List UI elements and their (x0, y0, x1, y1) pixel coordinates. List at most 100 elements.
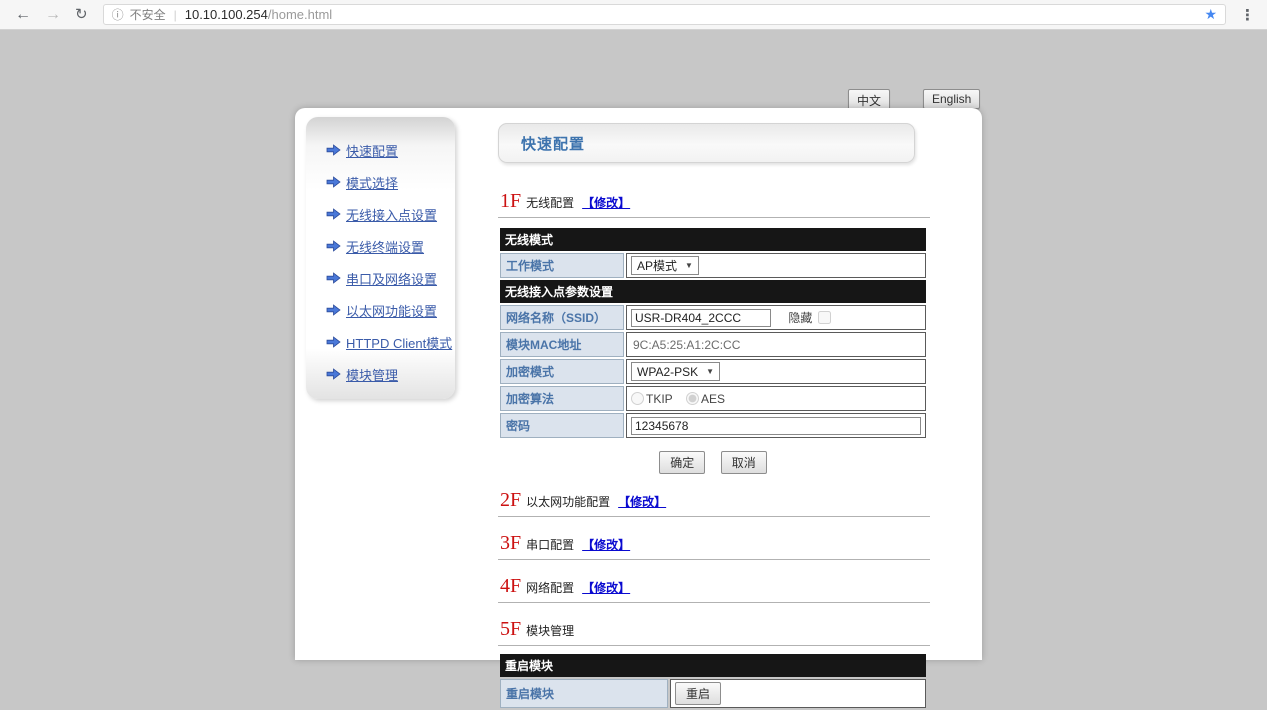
section-number: 5F (500, 618, 521, 641)
divider (498, 602, 930, 603)
modify-link-network[interactable]: 【修改】 (582, 579, 630, 596)
page-title: 快速配置 (521, 133, 585, 154)
chevron-down-icon: ▼ (706, 367, 714, 376)
table-row: 工作模式 AP模式 ▼ (500, 253, 926, 278)
content-panel: 快速配置 模式选择 无线接入点设置 无线终端设置 串口及网络设置 (295, 108, 982, 660)
password-input[interactable] (631, 417, 921, 435)
tkip-label: TKIP (646, 392, 673, 406)
divider (498, 217, 930, 218)
group-header-wireless-mode: 无线模式 (500, 228, 926, 251)
modify-link-serial[interactable]: 【修改】 (582, 536, 630, 553)
arrow-right-icon (326, 208, 341, 220)
sidebar-link-module-mgmt[interactable]: 模块管理 (346, 365, 398, 384)
section-heading-1f: 1F 无线配置 【修改】 (500, 190, 930, 214)
sidebar-item-wireless-sta: 无线终端设置 (306, 230, 455, 262)
encryption-mode-select[interactable]: WPA2-PSK ▼ (631, 362, 720, 381)
sidebar-link-wireless-sta[interactable]: 无线终端设置 (346, 237, 424, 256)
ok-button[interactable]: 确定 (659, 451, 705, 474)
encryption-mode-selected: WPA2-PSK (637, 365, 698, 379)
browser-toolbar: ← → ↻ ⓘ 不安全 | 10.10.100.254 /home.html ★… (0, 0, 1267, 30)
divider (498, 559, 930, 560)
section-heading-4f: 4F 网络配置 【修改】 (500, 575, 930, 599)
back-icon[interactable]: ← (15, 7, 31, 23)
restart-button[interactable]: 重启 (675, 682, 721, 705)
sidebar-item-wireless-ap: 无线接入点设置 (306, 198, 455, 230)
work-mode-select[interactable]: AP模式 ▼ (631, 256, 699, 275)
table-row: 模块MAC地址 9C:A5:25:A1:2C:CC (500, 332, 926, 357)
aes-radio[interactable] (686, 392, 699, 405)
forward-icon[interactable]: → (45, 7, 61, 23)
sidebar-link-mode-select[interactable]: 模式选择 (346, 173, 398, 192)
divider (498, 645, 930, 646)
sidebar-link-httpd-client[interactable]: HTTPD Client模式 (346, 333, 452, 352)
security-label: 不安全 (130, 6, 166, 23)
sidebar-item-serial-network: 串口及网络设置 (306, 262, 455, 294)
sidebar-link-quick-config[interactable]: 快速配置 (346, 141, 398, 160)
sidebar-item-httpd-client: HTTPD Client模式 (306, 326, 455, 358)
hide-ssid-label: 隐藏 (788, 311, 812, 325)
bookmark-star-icon[interactable]: ★ (1204, 6, 1217, 23)
section-title: 模块管理 (526, 622, 574, 639)
sidebar-link-ethernet[interactable]: 以太网功能设置 (346, 301, 437, 320)
group-header-ap-params: 无线接入点参数设置 (500, 280, 926, 303)
chevron-down-icon: ▼ (685, 261, 693, 270)
section-title: 网络配置 (526, 579, 574, 596)
section-number: 3F (500, 532, 521, 555)
arrow-right-icon (326, 144, 341, 156)
modify-link-wireless[interactable]: 【修改】 (582, 194, 630, 211)
modify-link-ethernet[interactable]: 【修改】 (618, 493, 666, 510)
url-host: 10.10.100.254 (185, 7, 268, 22)
section-heading-5f: 5F 模块管理 (500, 618, 930, 642)
arrow-right-icon (326, 368, 341, 380)
ssid-label: 网络名称（SSID） (500, 305, 624, 330)
restart-label: 重启模块 (500, 679, 668, 708)
divider (498, 516, 930, 517)
section-number: 1F (500, 190, 521, 213)
ssid-input[interactable] (631, 309, 771, 327)
sidebar-link-wireless-ap[interactable]: 无线接入点设置 (346, 205, 437, 224)
table-row: 加密算法 TKIP AES (500, 386, 926, 411)
group-header-restart: 重启模块 (500, 654, 926, 677)
arrow-right-icon (326, 176, 341, 188)
table-row: 加密模式 WPA2-PSK ▼ (500, 359, 926, 384)
table-row: 重启模块 重启 (500, 679, 926, 708)
mac-value: 9C:A5:25:A1:2C:CC (631, 338, 740, 352)
work-mode-label: 工作模式 (500, 253, 624, 278)
arrow-right-icon (326, 272, 341, 284)
encryption-algo-label: 加密算法 (500, 386, 624, 411)
aes-radio-option: AES (686, 392, 725, 406)
section-title: 以太网功能配置 (526, 493, 610, 510)
hide-ssid-checkbox[interactable] (818, 311, 831, 324)
cancel-button[interactable]: 取消 (721, 451, 767, 474)
table-row: 密码 (500, 413, 926, 438)
restart-table: 重启模块 重启模块 重启 (498, 652, 928, 710)
refresh-icon[interactable]: ↻ (75, 7, 88, 22)
section-number: 4F (500, 575, 521, 598)
mac-label: 模块MAC地址 (500, 332, 624, 357)
encryption-mode-label: 加密模式 (500, 359, 624, 384)
section-title: 无线配置 (526, 194, 574, 211)
arrow-right-icon (326, 240, 341, 252)
sidebar-item-mode-select: 模式选择 (306, 166, 455, 198)
section-title: 串口配置 (526, 536, 574, 553)
page-background: 中文 English 快速配置 模式选择 无线接入点设置 (0, 31, 1267, 660)
sidebar-item-module-mgmt: 模块管理 (306, 358, 455, 390)
arrow-right-icon (326, 336, 341, 348)
browser-window: ← → ↻ ⓘ 不安全 | 10.10.100.254 /home.html ★… (0, 0, 1267, 660)
section-heading-2f: 2F 以太网功能配置 【修改】 (500, 489, 930, 513)
password-label: 密码 (500, 413, 624, 438)
tkip-radio[interactable] (631, 392, 644, 405)
address-divider: | (174, 8, 177, 22)
address-bar[interactable]: ⓘ 不安全 | 10.10.100.254 /home.html ★ (103, 4, 1226, 25)
section-number: 2F (500, 489, 521, 512)
sidebar-link-serial-network[interactable]: 串口及网络设置 (346, 269, 437, 288)
browser-menu-icon[interactable]: ⋮ (1236, 6, 1259, 24)
page-title-panel: 快速配置 (498, 123, 915, 163)
sidebar-item-quick-config: 快速配置 (306, 134, 455, 166)
main-content: 快速配置 1F 无线配置 【修改】 无线模式 工作模式 AP模式 (498, 123, 930, 710)
sidebar-item-ethernet: 以太网功能设置 (306, 294, 455, 326)
info-icon[interactable]: ⓘ (112, 6, 124, 23)
language-english-button[interactable]: English (923, 89, 980, 109)
wireless-config-table: 无线模式 工作模式 AP模式 ▼ 无线接入点参数设置 网络名称（SSID） (498, 226, 928, 440)
sidebar: 快速配置 模式选择 无线接入点设置 无线终端设置 串口及网络设置 (306, 117, 455, 399)
